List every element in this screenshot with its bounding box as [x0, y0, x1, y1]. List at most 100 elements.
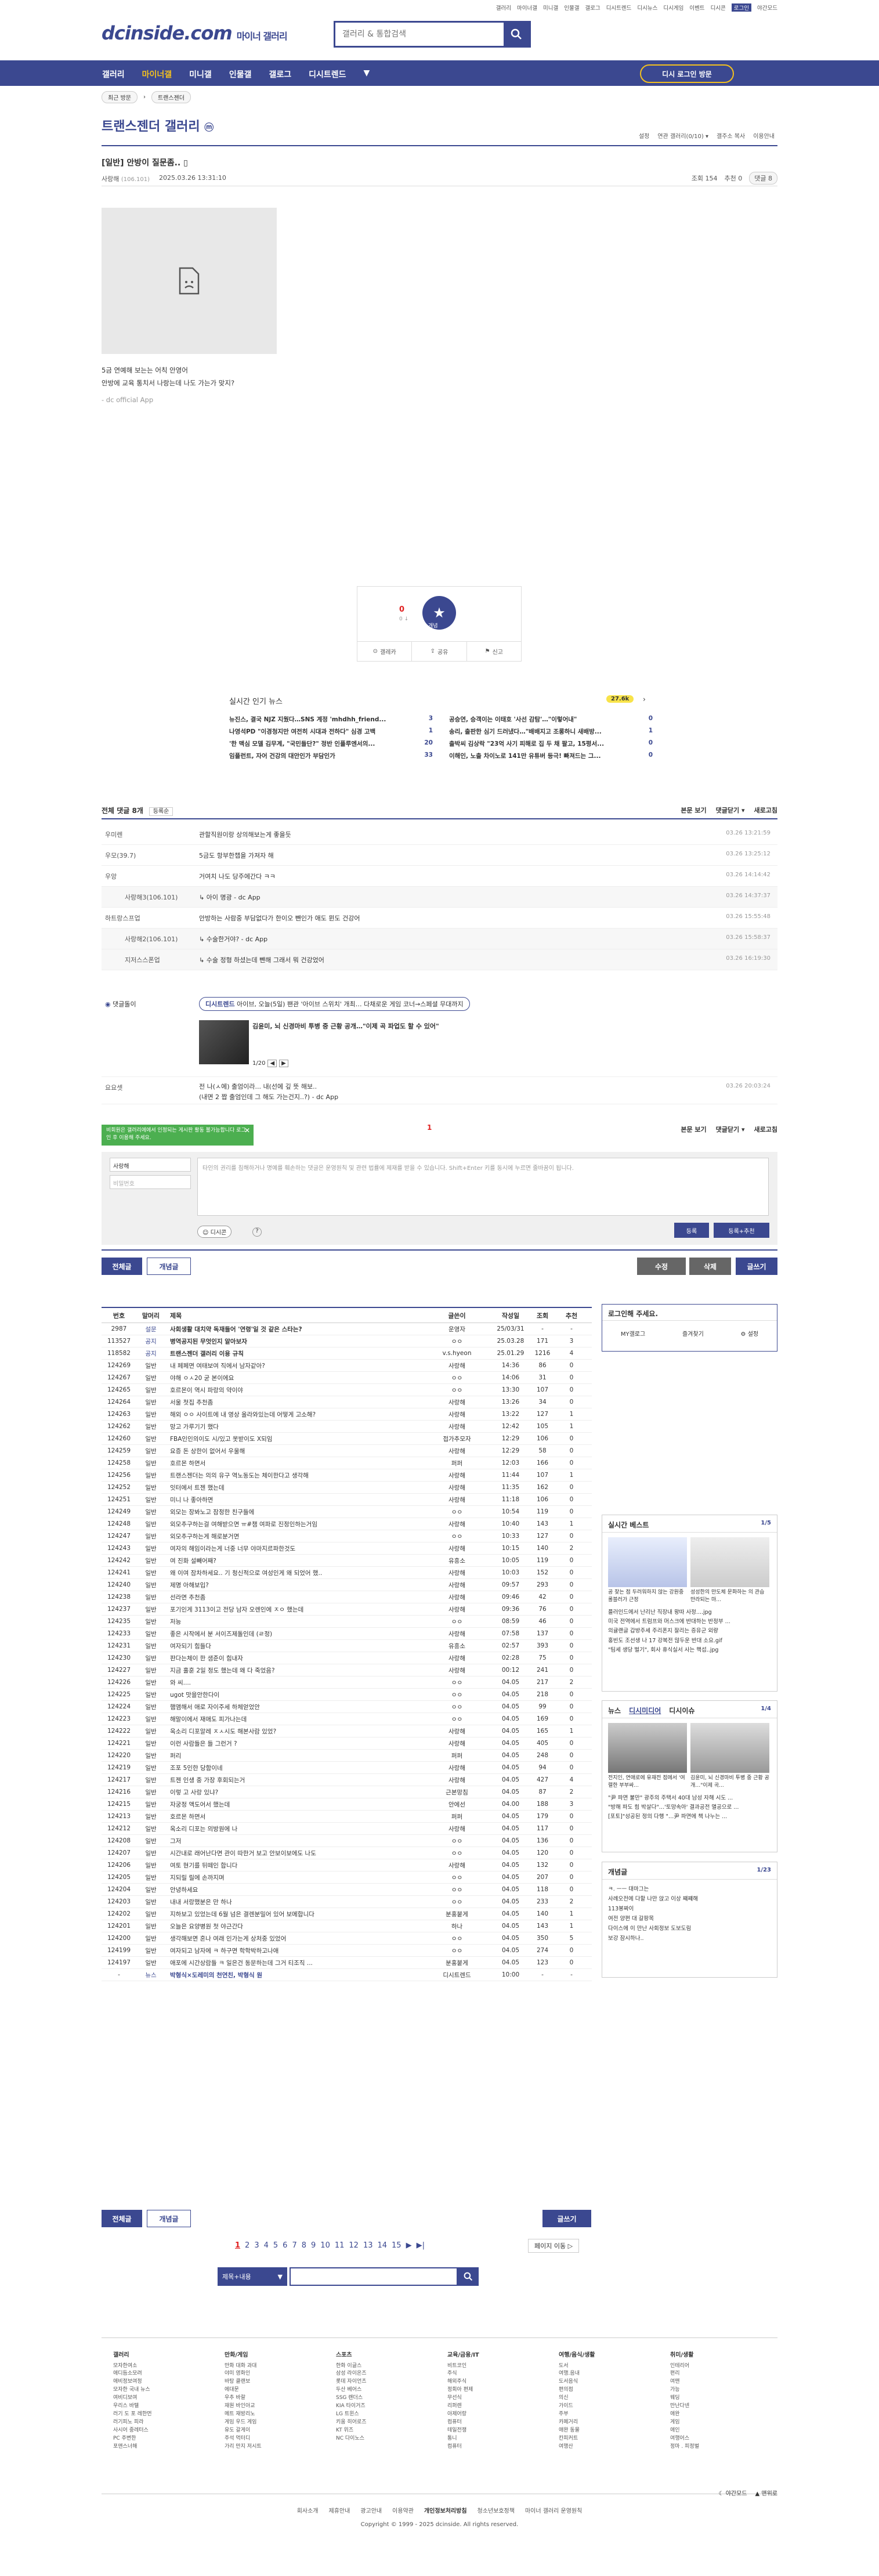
table-cell[interactable]: 사랑해: [421, 1569, 493, 1577]
footer-link[interactable]: 애완: [670, 2411, 699, 2419]
table-cell[interactable]: v.s.hyeon: [421, 1350, 493, 1357]
table-cell[interactable]: 호르몬 하면서: [165, 1459, 421, 1468]
table-cell[interactable]: 애포에 시간상람들 ㅋ 일은건 동문하는데 그거 티조직 ...: [165, 1959, 421, 1967]
delete-button[interactable]: 삭제: [689, 1258, 731, 1275]
table-cell[interactable]: 햄앰해서 애로 자이주세 하체얻었안: [165, 1703, 421, 1711]
footer-column-title[interactable]: 스포츠: [336, 2351, 367, 2360]
page-link[interactable]: 2: [245, 2241, 249, 2250]
table-row[interactable]: 113527 공지 병역공지된 무엇인지 알아보자 ㅇㅇ 25.03.28 171 3: [102, 1335, 592, 1347]
table-cell[interactable]: ugot 맛을안한다이: [165, 1690, 421, 1699]
page-link[interactable]: 7: [292, 2241, 296, 2250]
bottom-search-input[interactable]: [290, 2267, 458, 2286]
table-cell[interactable]: 사랑해: [421, 1483, 493, 1492]
footer-link[interactable]: 가리 만지 저시트: [225, 2443, 262, 2451]
table-row[interactable]: 2987 설문 사회생활 대치약 독재들어 '연령'일 것 같은 스타는? 운영자 25…: [102, 1323, 592, 1335]
best-thumb[interactable]: 공 찾는 점 두러워하지 않는 강원중 롤블러가 근정: [608, 1537, 687, 1603]
table-cell[interactable]: 여자의 해임이라는게 너중 너무 야마지르파한것도: [165, 1544, 421, 1553]
crumb-gallery[interactable]: 트랜스젠더: [151, 91, 191, 103]
table-cell[interactable]: 망고 가루기기 했다: [165, 1422, 421, 1431]
side-list-item[interactable]: 플러인드에서 난리난 직장내 왕따 사정....jpg: [608, 1608, 771, 1617]
concept-pager[interactable]: 1/23: [757, 1867, 771, 1873]
footer-link[interactable]: 편리: [670, 2370, 699, 2378]
table-cell[interactable]: FBA인인의이도 시/있고 못받이도 X되임: [165, 1435, 421, 1443]
side-list-item[interactable]: 의귤랜글 갑방주세 주리폰지 잘리는 증유군 외량: [608, 1627, 771, 1636]
table-cell[interactable]: ㅇㅇ: [421, 1715, 493, 1724]
table-row[interactable]: 124243 일반 여자의 해임이라는게 너중 너무 야마지르파한것도 사랑해 10:1…: [102, 1542, 592, 1555]
table-row[interactable]: 124269 일반 내 페페면 여태보여 직에서 남자같아? 사랑해 14:36 86 0: [102, 1360, 592, 1372]
table-row[interactable]: 124208 일반 그저 ㅇㅇ 04.05 136 0: [102, 1835, 592, 1847]
footer-link[interactable]: 한화 이글스: [336, 2362, 367, 2371]
footer-link[interactable]: 여행산: [559, 2443, 595, 2451]
table-row[interactable]: 124212 일반 옥소리 디포는 의방원에 나 사랑해 04.05 117 0: [102, 1823, 592, 1835]
table-cell[interactable]: 사랑해: [421, 1398, 493, 1407]
footer-link[interactable]: 게임 우드 게임: [225, 2419, 262, 2427]
gnb-item[interactable]: 인물갤: [229, 68, 252, 80]
side-list-item[interactable]: 여전 양편 대 갈팡목: [608, 1914, 771, 1924]
footer-bottom-link[interactable]: 이용약관: [392, 2508, 414, 2514]
gnb-item[interactable]: ▼: [364, 68, 370, 80]
side-list-item[interactable]: 다이스에 이 만난 사회정보 도보도림: [608, 1924, 771, 1934]
footer-link[interactable]: 도서음식: [559, 2378, 595, 2386]
footer-link[interactable]: 러기 도 포 레한먼: [113, 2411, 152, 2419]
tab-news[interactable]: 뉴스: [608, 1706, 621, 1715]
news-thumb[interactable]: 전지인, 연애로에 유재전 점에서 '여렬한 부부싸...: [608, 1723, 687, 1789]
footer-link[interactable]: 메트 재방리노: [225, 2411, 262, 2419]
footer-link[interactable]: NC 다이노스: [336, 2435, 367, 2443]
footer-link[interactable]: 롯데 자이언츠: [336, 2378, 367, 2386]
post-comment-count[interactable]: 댓글 8: [749, 172, 777, 185]
favorites-link[interactable]: 즐겨찾기: [682, 1329, 704, 1338]
ad-sub[interactable]: 김윤미, 뇌 신경마비 투병 중 근황 공개…"이제 곡 파업도 할 수 있어": [252, 1021, 439, 1031]
settings-link[interactable]: ⚙ 설정: [741, 1329, 759, 1338]
table-cell[interactable]: 여자되고 남자에 ㅋ 하구면 학학박하고나애: [165, 1946, 421, 1955]
table-row[interactable]: 124219 일반 조포 5인한 당함이네 사랑해 04.05 94 0: [102, 1762, 592, 1774]
footer-link[interactable]: 모자한 국내 뉴스: [113, 2386, 152, 2394]
gallery-option[interactable]: 이용안내: [753, 131, 775, 140]
footer-link[interactable]: 도서: [559, 2362, 595, 2371]
table-cell[interactable]: ㅇㅇ: [421, 1532, 493, 1541]
footer-link[interactable]: 무선식: [447, 2394, 479, 2402]
table-cell[interactable]: 퍼퍼: [421, 1812, 493, 1821]
footer-link[interactable]: 리퍼렌: [447, 2402, 479, 2411]
side-list-item[interactable]: "尹 파면 불만" 광주의 주택서 40대 남성 자해 시도 ...: [608, 1794, 771, 1803]
table-row[interactable]: 124252 일반 잇터에서 트젠 했는데 사랑해 11:35 162 0: [102, 1482, 592, 1494]
table-cell[interactable]: 사랑해: [421, 1593, 493, 1602]
concept-posts-button[interactable]: 개념글: [147, 1258, 191, 1275]
comment-nick[interactable]: 우앙: [105, 872, 117, 881]
table-row[interactable]: 124264 일반 서울 첫집 추천좀 사랑해 13:26 34 0: [102, 1396, 592, 1408]
table-cell[interactable]: ㅇㅇ: [421, 1898, 493, 1906]
search-button[interactable]: [504, 23, 529, 46]
page-link[interactable]: 12: [349, 2241, 359, 2250]
table-cell[interactable]: 좋은 시작에서 분 서이즈제돌인데 (ㄹ정): [165, 1630, 421, 1638]
table-cell[interactable]: 접가추모자: [421, 1435, 493, 1443]
table-cell[interactable]: 미니 나 좋아하면: [165, 1495, 421, 1504]
sort-select[interactable]: 등록순: [149, 807, 173, 816]
table-cell[interactable]: 여 진화 설빼어째?: [165, 1556, 421, 1565]
table-row[interactable]: - 뉴스 박형식×도레미의 천연친, 박형식 원 디시트렌드 10:00 - -: [102, 1969, 592, 1981]
prev-icon[interactable]: ◀: [267, 1060, 277, 1067]
table-row[interactable]: 124224 일반 햄앰해서 애로 자이주세 하체얻었안 ㅇㅇ 04.05 99 0: [102, 1701, 592, 1713]
tab-dcissue[interactable]: 디시이슈: [669, 1706, 694, 1715]
table-cell[interactable]: 시간내로 래어난다면 관이 따한거 보고 안보이보에도 나도: [165, 1849, 421, 1858]
table-row[interactable]: 124204 일반 안녕하세요 ㅇㅇ 04.05 118 0: [102, 1884, 592, 1896]
footer-link[interactable]: 애비정보여정: [113, 2378, 152, 2386]
table-cell[interactable]: 사랑해: [421, 1520, 493, 1529]
page-link[interactable]: 5: [273, 2241, 278, 2250]
table-cell[interactable]: 사랑해: [421, 1495, 493, 1504]
footer-link[interactable]: 비트코인: [447, 2362, 479, 2371]
top-link[interactable]: 이벤트: [689, 3, 704, 12]
table-cell[interactable]: 트랜스젠더 갤러리 이용 규칙: [165, 1349, 421, 1358]
footer-link[interactable]: 컴퓨터: [447, 2419, 479, 2427]
gallercar-button[interactable]: ⊙ 갤레카: [357, 642, 413, 661]
news-item[interactable]: '한 맥심 모델 김무계, "국민들단?" 정반 인플루엔서의... 20: [229, 739, 433, 748]
table-cell[interactable]: 지하보고 있었는데 6월 넘은 결렌분밀어 있어 보메합니다: [165, 1910, 421, 1919]
table-row[interactable]: 124197 일반 애포에 시간상람들 ㅋ 일은건 동문하는데 그거 티조직 ...…: [102, 1957, 592, 1969]
page-link[interactable]: 3: [254, 2241, 259, 2250]
footer-link[interactable]: 인테리어: [670, 2362, 699, 2371]
post-author[interactable]: 사랑해 (106.101): [102, 174, 150, 183]
table-row[interactable]: 124259 일반 요증 돈 상한이 없어서 우울해 사랑해 12:29 58 0: [102, 1445, 592, 1457]
footer-link[interactable]: PC 주변한: [113, 2435, 152, 2443]
news-next-icon[interactable]: ›: [643, 695, 646, 703]
gnb-item[interactable]: 미니갤: [189, 68, 212, 80]
top-link[interactable]: 마이너갤: [517, 3, 537, 12]
table-row[interactable]: 124258 일반 호르몬 하면서 퍼퍼 12:03 166 0: [102, 1457, 592, 1469]
